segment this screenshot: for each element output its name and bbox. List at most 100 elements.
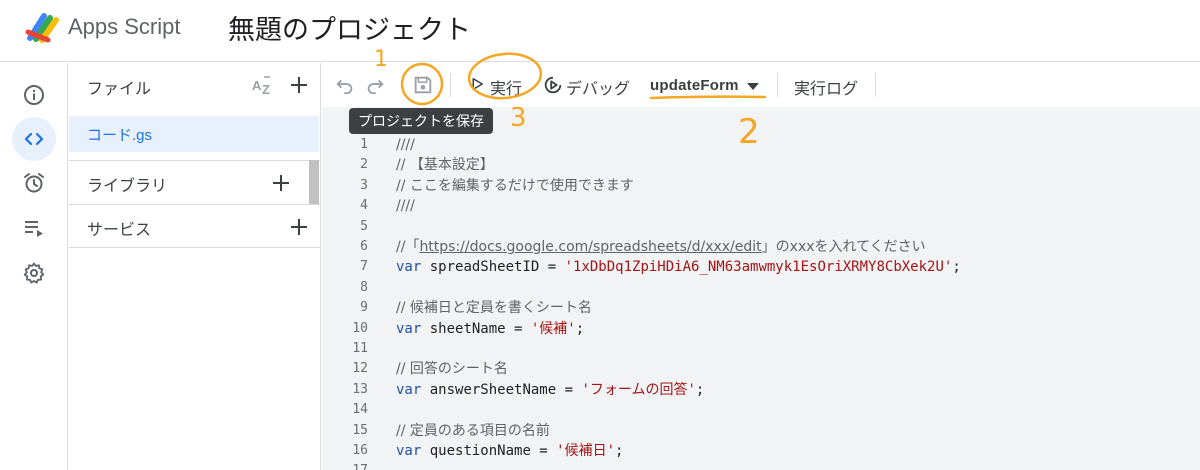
function-select[interactable]: updateForm: [650, 77, 739, 94]
code-line[interactable]: 14: [322, 400, 1200, 420]
code-text: var questionName = '候補日';: [396, 441, 623, 461]
code-line[interactable]: 5: [322, 217, 1200, 237]
editor-button[interactable]: [12, 117, 56, 161]
line-number: 7: [360, 259, 368, 275]
info-icon: [24, 85, 44, 105]
code-line[interactable]: 2 // 【基本設定】: [322, 155, 1200, 175]
playlist-icon: [25, 221, 43, 237]
code-token: // ここを編集するだけで使用できます: [396, 177, 634, 194]
code-token: https://docs.google.com/spreadsheets/d/x…: [419, 239, 762, 255]
code-token: var: [396, 381, 422, 398]
code-text: // 定員のある項目の名前: [396, 421, 550, 441]
line-number: 6: [360, 239, 368, 254]
code-token: ;: [575, 320, 585, 337]
run-play-icon: [472, 78, 483, 90]
code-line[interactable]: 3 // ここを編集するだけで使用できます: [322, 176, 1200, 196]
executions-button[interactable]: [12, 206, 56, 250]
code-token: ;: [615, 443, 624, 459]
execution-log-button[interactable]: 実行ログ: [794, 75, 858, 99]
toolbar-divider: [777, 73, 778, 97]
services-section[interactable]: サービス: [69, 204, 321, 248]
code-text: // ここを編集するだけで使用できます: [396, 176, 634, 196]
code-text: //「https://docs.google.com/spreadsheets/…: [396, 237, 926, 257]
code-token: // 回答のシート名: [396, 361, 508, 378]
chevron-down-icon[interactable]: [747, 83, 759, 90]
debug-button[interactable]: デバッグ: [566, 75, 630, 99]
top-header: Apps Script 無題のプロジェクト: [0, 0, 1200, 62]
code-line[interactable]: 15 // 定員のある項目の名前: [322, 421, 1200, 441]
line-number: 1: [360, 137, 368, 152]
toolbar-divider: [450, 73, 451, 97]
code-token: answerSheetName =: [421, 381, 582, 398]
line-number: 3: [360, 177, 368, 193]
files-panel: ファイル A Z コード.gs ライブラリ サービス: [69, 63, 321, 470]
code-text: var spreadSheetID = '1xDbDq1ZpiHDiA6_NM6…: [396, 257, 961, 277]
save-tooltip: プロジェクトを保存: [349, 108, 493, 134]
file-item-label: コード.gs: [87, 127, 153, 144]
editor-toolbar: 実行 デバッグ updateForm 実行ログ: [322, 63, 1200, 107]
line-number: 11: [352, 341, 368, 356]
files-scrollbar[interactable]: [309, 160, 319, 204]
code-token: //「: [396, 239, 420, 255]
code-line[interactable]: 12 // 回答のシート名: [322, 359, 1200, 379]
navigation-rail: [0, 63, 68, 470]
code-token: '候補日': [556, 443, 616, 459]
code-token: var: [396, 320, 422, 337]
code-line[interactable]: 17: [322, 461, 1200, 470]
code-text: var answerSheetName = 'フォームの回答';: [396, 380, 704, 400]
services-label: サービス: [87, 222, 152, 239]
svg-text:A: A: [252, 78, 262, 93]
code-token: ////: [396, 198, 415, 215]
code-line[interactable]: 13 var answerSheetName = 'フォームの回答';: [322, 380, 1200, 400]
file-item-code-gs[interactable]: コード.gs: [69, 116, 319, 152]
settings-button[interactable]: [12, 251, 56, 295]
code-line[interactable]: 1 ////: [322, 135, 1200, 155]
apps-script-logo[interactable]: [24, 10, 64, 44]
code-token: var: [396, 259, 422, 276]
code-line[interactable]: 4 ////: [322, 196, 1200, 216]
code-token: questionName =: [421, 443, 557, 459]
line-number: 15: [352, 422, 368, 438]
code-line[interactable]: 11: [322, 339, 1200, 359]
undo-icon[interactable]: [334, 74, 356, 96]
line-number: 8: [360, 279, 368, 295]
code-token: // 候補日と定員を書くシート名: [396, 300, 592, 317]
project-title[interactable]: 無題のプロジェクト: [228, 8, 471, 47]
files-header: ファイル A Z: [69, 63, 321, 107]
code-line[interactable]: 7 var spreadSheetID = '1xDbDq1ZpiHDiA6_NM…: [322, 257, 1200, 277]
add-file-plus-icon[interactable]: [287, 73, 311, 97]
code-text: // 回答のシート名: [396, 359, 508, 379]
sort-az-icon[interactable]: A Z: [251, 73, 275, 97]
code-line[interactable]: 16 var questionName = '候補日';: [322, 441, 1200, 461]
code-token: // 定員のある項目の名前: [396, 422, 550, 439]
line-number: 9: [360, 300, 368, 316]
code-token: 」のxxxを入れてください: [761, 239, 926, 255]
code-token: var: [396, 443, 422, 459]
line-number: 13: [352, 381, 368, 397]
code-token: ;: [952, 259, 961, 276]
code-line[interactable]: 6 //「https://docs.google.com/spreadsheets…: [322, 237, 1200, 257]
libraries-section[interactable]: ライブラリ: [69, 160, 321, 204]
files-title: ファイル: [87, 81, 152, 98]
code-line[interactable]: 8: [322, 278, 1200, 298]
line-number: 4: [360, 198, 368, 214]
code-editor[interactable]: 1 //// 2 // 【基本設定】 3 // ここを編集するだけで使用できます 4 ////…: [322, 107, 1200, 470]
code-token: '1xDbDq1ZpiHDiA6_NM63amwmyk1EsOriXRMY8Cb…: [564, 259, 953, 276]
overview-button[interactable]: [12, 73, 56, 117]
code-text: ////: [396, 196, 415, 216]
code-text: var sheetName = '候補';: [396, 319, 584, 339]
app-name: Apps Script: [68, 14, 181, 39]
redo-icon[interactable]: [364, 74, 386, 96]
save-icon[interactable]: [412, 74, 434, 96]
line-number: 5: [360, 218, 368, 234]
triggers-button[interactable]: [12, 161, 56, 205]
run-button[interactable]: 実行: [490, 75, 522, 99]
code-token: // 【基本設定】: [396, 157, 494, 174]
line-number: 16: [352, 443, 368, 458]
libraries-label: ライブラリ: [87, 178, 168, 195]
add-library-plus-icon[interactable]: [269, 171, 293, 195]
code-token: spreadSheetID =: [421, 259, 565, 276]
add-service-plus-icon[interactable]: [287, 215, 311, 239]
code-line[interactable]: 9 // 候補日と定員を書くシート名: [322, 298, 1200, 318]
code-line[interactable]: 10 var sheetName = '候補';: [322, 319, 1200, 339]
